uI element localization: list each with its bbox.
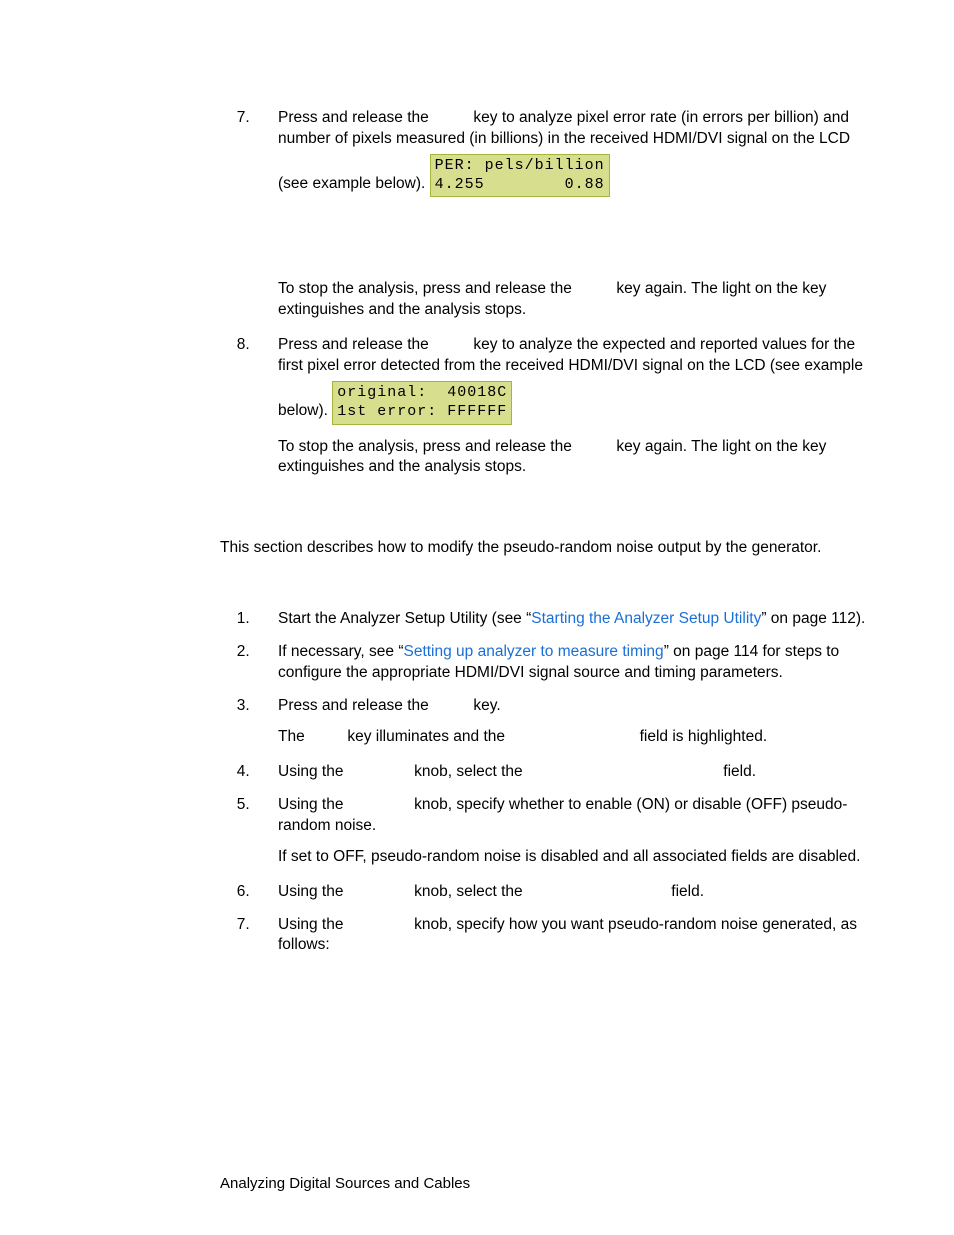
s6-c: field. <box>667 883 704 900</box>
lcd-display-error: original: 40018C 1st error: FFFFFF <box>332 381 512 425</box>
sub-step-2: If necessary, see “Setting up analyzer t… <box>254 642 880 684</box>
step-8: Press and release the key to analyze the… <box>254 335 880 478</box>
s3-line1a: Press and release the <box>278 697 433 714</box>
sub-step-6: Using the knob, select the field. <box>254 882 880 903</box>
s7-b: knob, specify how you want pseudo-random… <box>278 916 857 954</box>
procedure-list-upper: Press and release the key to analyze pix… <box>254 108 880 478</box>
footer-chapter: Analyzing Digital Sources and Cables <box>220 1175 470 1192</box>
s4-a: Using the <box>278 763 348 780</box>
s3-line2b: key illuminates and the <box>343 728 509 745</box>
lcd-per-line2: 4.255 0.88 <box>435 176 605 193</box>
s5-c: If set to OFF, pseudo-random noise is di… <box>278 847 880 868</box>
lcd-per-line1: PER: pels/billion <box>435 157 605 174</box>
lcd-display-per: PER: pels/billion 4.255 0.88 <box>430 154 610 198</box>
sub-step-3: Press and release the key. The key illum… <box>254 696 880 748</box>
s5-b: knob, specify whether to enable (ON) or … <box>278 796 847 834</box>
section-intro-block: This section describes how to modify the… <box>220 538 880 559</box>
s4-c: field. <box>719 763 756 780</box>
s3-line2a: The <box>278 728 309 745</box>
page: Press and release the key to analyze pix… <box>0 0 954 1235</box>
lcd-err-line2: 1st error: FFFFFF <box>337 403 507 420</box>
s2-a: If necessary, see “ <box>278 643 403 660</box>
link-start-analyzer[interactable]: Starting the Analyzer Setup Utility <box>531 610 761 627</box>
sub-step-5: Using the knob, specify whether to enabl… <box>254 795 880 868</box>
procedure-list-lower: Start the Analyzer Setup Utility (see “S… <box>254 609 880 956</box>
sub-step-4: Using the knob, select the field. <box>254 762 880 783</box>
link-setup-timing[interactable]: Setting up analyzer to measure timing <box>403 643 663 660</box>
step-7: Press and release the key to analyze pix… <box>254 108 880 321</box>
s6-b: knob, select the <box>410 883 527 900</box>
s7-a: Using the <box>278 916 348 933</box>
s3-line2c: field is highlighted. <box>635 728 767 745</box>
step8-stop-a: To stop the analysis, press and release … <box>278 438 576 455</box>
lcd-err-line1: original: 40018C <box>337 384 507 401</box>
page-content: Press and release the key to analyze pix… <box>220 108 880 968</box>
s1-a: Start the Analyzer Setup Utility (see “ <box>278 610 531 627</box>
section-intro: This section describes how to modify the… <box>220 538 880 559</box>
step8-stop: To stop the analysis, press and release … <box>278 437 880 479</box>
spacer <box>278 209 880 279</box>
step7-stop: To stop the analysis, press and release … <box>278 279 880 321</box>
s6-a: Using the <box>278 883 348 900</box>
step7-text-a: Press and release the <box>278 109 433 126</box>
s4-b: knob, select the <box>410 763 527 780</box>
spacer <box>220 573 880 609</box>
sub-step-7: Using the knob, specify how you want pse… <box>254 915 880 957</box>
step7-stop-a: To stop the analysis, press and release … <box>278 280 576 297</box>
s3-line1b: key. <box>469 697 501 714</box>
s3-line2: The key illuminates and the field is hig… <box>278 727 880 748</box>
sub-step-1: Start the Analyzer Setup Utility (see “S… <box>254 609 880 630</box>
s1-b: ” on page 112). <box>761 610 865 627</box>
s5-a: Using the <box>278 796 348 813</box>
step8-text-a: Press and release the <box>278 336 433 353</box>
